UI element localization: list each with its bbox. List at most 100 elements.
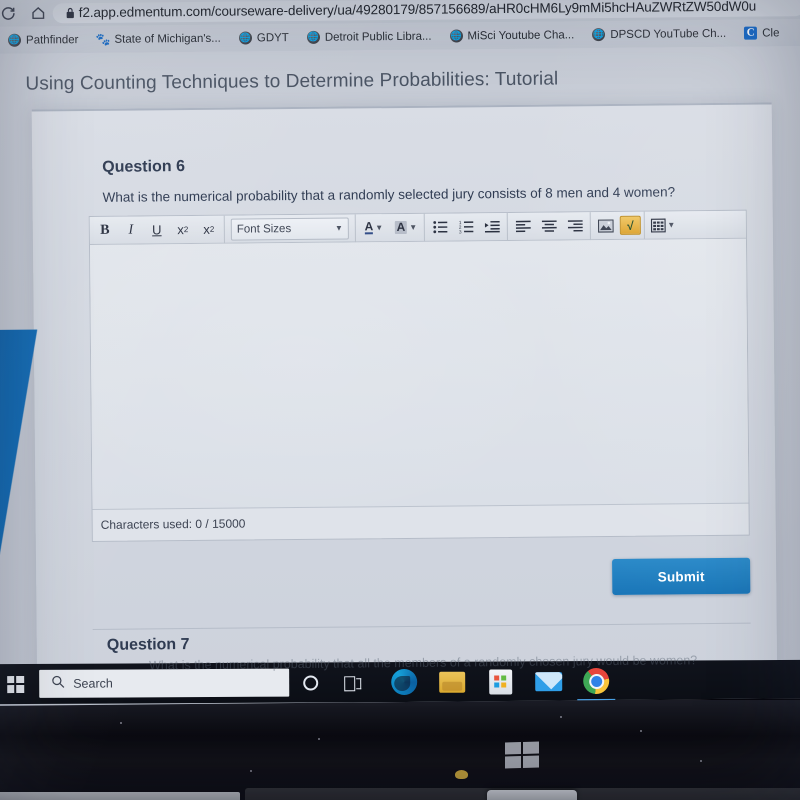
taskbar-search-input[interactable]: Search bbox=[39, 668, 290, 698]
align-right-icon bbox=[567, 220, 583, 232]
square-root-icon: √ bbox=[626, 218, 634, 233]
edge-icon bbox=[391, 668, 418, 696]
reload-icon[interactable] bbox=[0, 0, 23, 27]
align-right-button[interactable] bbox=[563, 215, 587, 237]
numbered-list-icon: 1 2 3 bbox=[458, 220, 473, 233]
toolbar-group-lists: 1 2 3 bbox=[424, 212, 508, 242]
editor-text-area[interactable] bbox=[89, 238, 749, 510]
align-left-button[interactable] bbox=[511, 215, 535, 237]
superscript-mark: 2 bbox=[183, 225, 189, 235]
globe-icon: 🌐 bbox=[449, 29, 463, 43]
card-top-divider bbox=[31, 102, 772, 112]
start-button[interactable] bbox=[0, 664, 37, 704]
toolbar-group-colors: A ▼ A ▼ bbox=[355, 213, 425, 242]
bookmark-cle[interactable]: C Cle bbox=[735, 22, 788, 45]
bookmark-label: Pathfinder bbox=[25, 33, 79, 47]
mail-icon bbox=[534, 671, 562, 691]
toolbar-group-formatting: B I U x2 x2 bbox=[89, 215, 225, 245]
task-view-icon bbox=[344, 676, 361, 689]
windows-logo-bezel-icon bbox=[505, 741, 539, 769]
chevron-down-icon: ▼ bbox=[334, 223, 343, 233]
bookmark-label: Cle bbox=[762, 26, 780, 40]
subscript-button[interactable]: x2 bbox=[197, 218, 221, 240]
microsoft-store-icon bbox=[488, 668, 512, 695]
page-content: Using Counting Techniques to Determine P… bbox=[0, 46, 800, 680]
submit-row: Submit bbox=[92, 557, 751, 600]
laptop-hinge-latch bbox=[487, 790, 577, 800]
windows-start-icon bbox=[6, 675, 24, 693]
svg-text:3: 3 bbox=[458, 229, 461, 233]
bezel-gold-fleck bbox=[455, 770, 468, 779]
laptop-screen-photo: f2.app.edmentum.com/courseware-delivery/… bbox=[0, 0, 800, 800]
toolbar-group-insert: √ bbox=[590, 211, 645, 240]
page-title: Using Counting Techniques to Determine P… bbox=[25, 68, 559, 95]
submit-button[interactable]: Submit bbox=[612, 557, 751, 595]
bullet-list-button[interactable] bbox=[428, 216, 452, 238]
laptop-bezel bbox=[0, 700, 800, 800]
laptop-hinge-bar-left bbox=[0, 792, 240, 800]
cortana-icon bbox=[302, 674, 318, 691]
bookmark-label: Detroit Public Libra... bbox=[324, 30, 432, 44]
indent-button[interactable] bbox=[480, 216, 504, 238]
address-bar-url: f2.app.edmentum.com/courseware-delivery/… bbox=[78, 0, 757, 21]
toolbar-group-table: ▼ bbox=[645, 211, 681, 239]
chrome-icon bbox=[583, 667, 610, 695]
screen-area: f2.app.edmentum.com/courseware-delivery/… bbox=[0, 0, 800, 706]
taskbar-app-chrome[interactable] bbox=[581, 666, 611, 696]
table-button[interactable]: ▼ bbox=[648, 214, 678, 236]
bookmark-misci-youtube[interactable]: 🌐 MiSci Youtube Cha... bbox=[440, 24, 583, 47]
globe-icon: 🌐 bbox=[592, 28, 606, 42]
superscript-button[interactable]: x2 bbox=[171, 218, 195, 240]
indent-icon bbox=[484, 220, 500, 233]
globe-icon: 🌐 bbox=[238, 31, 252, 45]
bold-button[interactable]: B bbox=[93, 219, 117, 241]
c-square-icon: C bbox=[744, 26, 758, 40]
align-center-button[interactable] bbox=[537, 215, 561, 237]
text-color-button[interactable]: A ▼ bbox=[359, 217, 389, 239]
underline-button[interactable]: U bbox=[145, 219, 169, 241]
search-icon bbox=[51, 674, 65, 693]
search-placeholder: Search bbox=[73, 676, 113, 691]
lock-icon bbox=[61, 0, 79, 23]
question-card: Question 6 What is the numerical probabi… bbox=[31, 102, 778, 680]
bookmark-label: DPSCD YouTube Ch... bbox=[610, 27, 727, 41]
taskbar-app-file-explorer[interactable] bbox=[437, 667, 467, 697]
bezel-sheen bbox=[0, 700, 800, 736]
globe-icon: 🌐 bbox=[7, 33, 22, 47]
globe-icon: 🌐 bbox=[306, 30, 320, 44]
rich-text-editor: B I U x2 x2 Font Sizes ▼ A ▼ A ▼ 1 2 3 √… bbox=[88, 209, 750, 542]
font-sizes-dropdown[interactable]: Font Sizes ▼ bbox=[230, 217, 349, 241]
bookmark-state-of-michigan[interactable]: 🐾 State of Michigan's... bbox=[87, 27, 230, 50]
home-icon[interactable] bbox=[23, 0, 53, 27]
taskbar-app-mail[interactable] bbox=[533, 666, 563, 696]
align-center-icon bbox=[541, 220, 557, 232]
align-left-icon bbox=[515, 220, 531, 233]
highlight-color-button[interactable]: A ▼ bbox=[391, 216, 421, 238]
chevron-down-icon: ▼ bbox=[667, 220, 676, 230]
italic-button[interactable]: I bbox=[119, 219, 143, 241]
chevron-down-icon: ▼ bbox=[375, 223, 384, 233]
chevron-down-icon: ▼ bbox=[409, 222, 418, 232]
taskbar-apps bbox=[389, 666, 611, 697]
bookmark-dpscd-youtube[interactable]: 🌐 DPSCD YouTube Ch... bbox=[583, 22, 735, 45]
insert-image-button[interactable] bbox=[594, 214, 618, 236]
subscript-mark: 2 bbox=[209, 224, 215, 234]
question-number: Question 6 bbox=[102, 158, 186, 176]
numbered-list-button[interactable]: 1 2 3 bbox=[454, 216, 478, 238]
taskbar-app-edge[interactable] bbox=[389, 667, 419, 697]
text-color-icon: A bbox=[364, 219, 374, 235]
bookmark-pathfinder[interactable]: 🌐 Pathfinder bbox=[0, 29, 88, 52]
image-icon bbox=[597, 218, 614, 233]
character-count: Characters used: 0 / 15000 bbox=[100, 516, 246, 532]
equation-button[interactable]: √ bbox=[619, 215, 641, 235]
bookmark-gdyt[interactable]: 🌐 GDYT bbox=[230, 26, 298, 49]
bookmark-label: GDYT bbox=[256, 31, 289, 44]
bookmark-label: MiSci Youtube Cha... bbox=[467, 28, 575, 42]
bookmark-detroit-public-library[interactable]: 🌐 Detroit Public Libra... bbox=[298, 25, 441, 48]
toolbar-group-align bbox=[507, 211, 591, 241]
bookmark-label: State of Michigan's... bbox=[114, 32, 221, 46]
taskbar-app-store[interactable] bbox=[485, 666, 515, 696]
window-left-edge bbox=[0, 329, 46, 680]
table-icon bbox=[650, 218, 666, 233]
font-sizes-label: Font Sizes bbox=[236, 222, 292, 236]
